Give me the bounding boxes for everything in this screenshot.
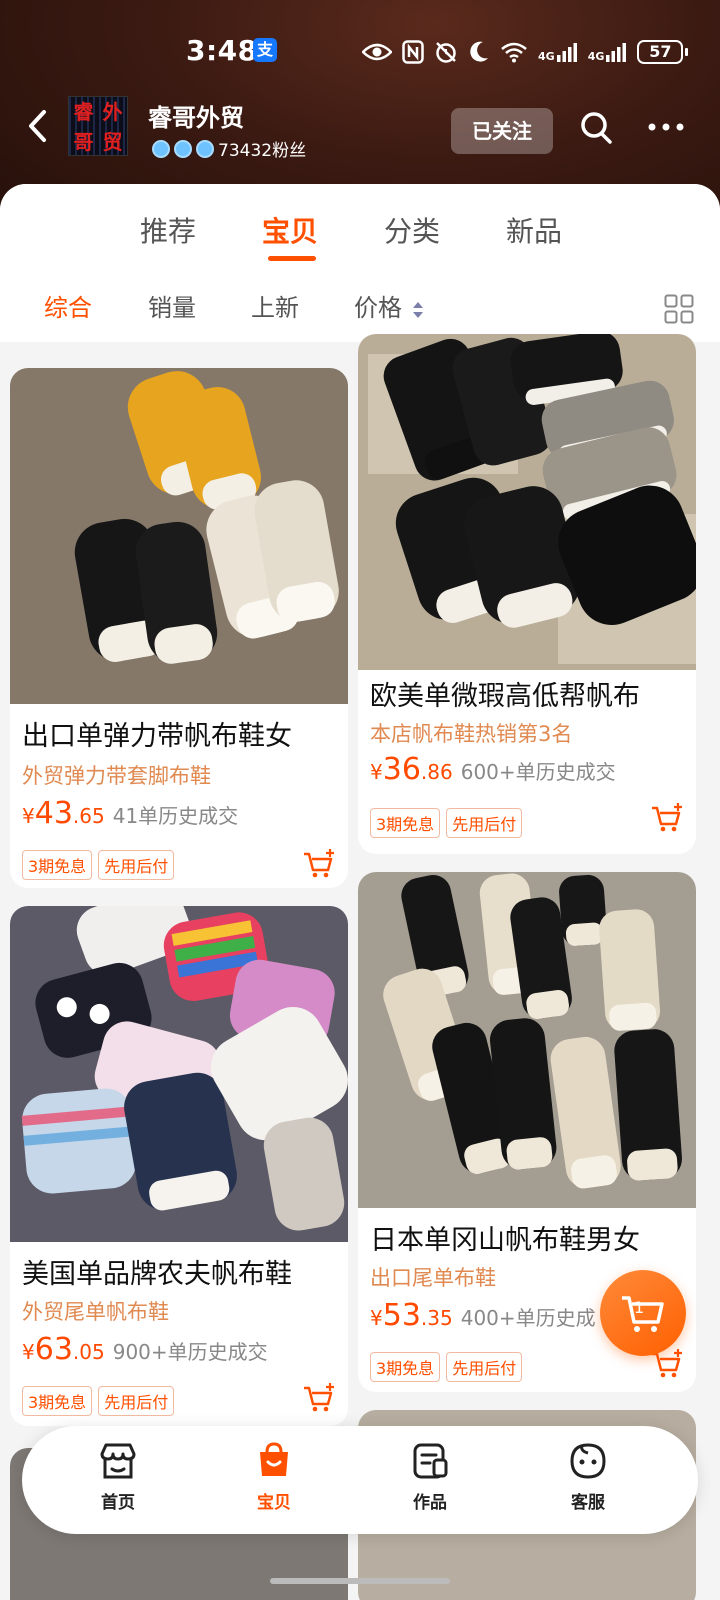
back-icon[interactable] xyxy=(22,106,54,146)
sort-overall[interactable]: 综合 xyxy=(44,288,92,323)
shop-meta: 73432粉丝 xyxy=(152,136,306,161)
crown-icon xyxy=(174,139,192,158)
pay-later-tag: 先用后付 xyxy=(98,1386,175,1416)
nav-works[interactable]: 作品 xyxy=(390,1442,470,1513)
pay-later-tag: 先用后付 xyxy=(98,850,175,880)
bottom-nav: 首页 宝贝 作品 客服 xyxy=(22,1426,698,1534)
pay-later-tag: 先用后付 xyxy=(446,808,523,838)
product-subtitle: 出口尾单布鞋 xyxy=(370,1266,496,1290)
sort-price[interactable]: 价格 xyxy=(354,288,402,323)
crown-icon xyxy=(152,139,170,158)
sort-sales[interactable]: 销量 xyxy=(148,288,196,323)
signal-2-icon: 4G xyxy=(588,41,628,63)
shop-icon xyxy=(100,1443,136,1479)
product-card[interactable]: 美国单品牌农夫帆布鞋 外贸尾单帆布鞋 ¥ 63 .05 900+单历史成交 3期… xyxy=(10,906,348,1426)
price-row: ¥ 53 .35 400+单历史成 xyxy=(370,1298,596,1333)
sold-count: 41单历史成交 xyxy=(112,804,239,828)
product-subtitle: 外贸弹力带套脚布鞋 xyxy=(22,764,211,788)
nav-service[interactable]: 客服 xyxy=(548,1442,628,1513)
price-value: 36 xyxy=(382,752,421,787)
tag-row: 3期免息 先用后付 xyxy=(22,1386,175,1416)
follower-count: 73432粉丝 xyxy=(218,141,307,161)
follow-button[interactable]: 已关注 xyxy=(451,108,553,154)
installment-tag: 3期免息 xyxy=(22,1386,93,1416)
product-image xyxy=(10,906,348,1242)
tag-row: 3期免息 先用后付 xyxy=(22,850,175,880)
price-row: ¥ 63 .05 900+单历史成交 xyxy=(22,1332,268,1367)
alipay-icon: 支 xyxy=(253,38,277,62)
add-to-cart-icon[interactable] xyxy=(302,1382,336,1414)
floating-cart-button[interactable]: 1 xyxy=(600,1270,686,1356)
pay-later-tag: 先用后付 xyxy=(446,1352,523,1382)
product-title: 欧美单微瑕高低帮帆布 xyxy=(370,681,640,712)
tab-recommend[interactable]: 推荐 xyxy=(140,210,196,250)
sold-count: 400+单历史成 xyxy=(460,1306,596,1330)
status-icons: 4G 4G 57 xyxy=(362,36,689,68)
sort-arrows-icon xyxy=(413,302,423,318)
shop-header: 睿 外 哥 贸 睿哥外贸 73432粉丝 已关注 xyxy=(0,92,720,166)
price-value: 63 xyxy=(34,1332,73,1367)
customer-service-icon xyxy=(570,1443,606,1479)
price-row: ¥ 36 .86 600+单历史成交 xyxy=(370,752,616,787)
tag-row: 3期免息 先用后付 xyxy=(370,1352,523,1382)
price-row: ¥ 43 .65 41单历史成交 xyxy=(22,796,239,831)
active-tab-indicator xyxy=(268,256,316,261)
add-to-cart-icon[interactable] xyxy=(650,802,684,834)
installment-tag: 3期免息 xyxy=(370,808,441,838)
sold-count: 600+单历史成交 xyxy=(460,760,616,784)
battery-icon: 57 xyxy=(637,40,689,64)
shopping-bag-icon xyxy=(260,1442,288,1476)
sort-new[interactable]: 上新 xyxy=(251,288,299,323)
signal-1-icon: 4G xyxy=(538,41,578,63)
product-title: 美国单品牌农夫帆布鞋 xyxy=(22,1259,292,1290)
status-bar: 3:48 支 4G 4G 57 xyxy=(0,30,720,78)
search-icon[interactable] xyxy=(578,108,614,148)
wifi-icon xyxy=(501,42,527,63)
product-image xyxy=(358,872,696,1208)
nav-home[interactable]: 首页 xyxy=(78,1442,158,1513)
cart-count: 1 xyxy=(634,1298,645,1317)
price-value: 43 xyxy=(34,796,73,831)
product-title: 出口单弹力带帆布鞋女 xyxy=(22,721,292,752)
product-image xyxy=(358,334,696,670)
nfc-icon xyxy=(402,40,424,64)
more-icon[interactable] xyxy=(646,112,686,142)
product-subtitle: 本店帆布鞋热销第3名 xyxy=(370,722,573,746)
content-panel: 推荐 宝贝 分类 新品 综合 销量 上新 价格 出口单弹力带帆布鞋女 外贸弹力带… xyxy=(0,184,720,1600)
eye-icon xyxy=(362,43,392,61)
shop-name[interactable]: 睿哥外贸 xyxy=(148,98,244,133)
tab-products[interactable]: 宝贝 xyxy=(262,210,318,250)
product-image xyxy=(10,368,348,704)
crown-icon xyxy=(196,139,214,158)
tab-new[interactable]: 新品 xyxy=(506,210,562,250)
add-to-cart-icon[interactable] xyxy=(302,848,336,880)
installment-tag: 3期免息 xyxy=(22,850,93,880)
shop-tabs: 推荐 宝贝 分类 新品 xyxy=(0,184,720,272)
status-time: 3:48 xyxy=(186,34,258,67)
sort-bar: 综合 销量 上新 价格 xyxy=(0,272,720,342)
works-icon xyxy=(413,1443,448,1479)
grid-layout-icon[interactable] xyxy=(664,294,694,324)
sold-count: 900+单历史成交 xyxy=(112,1340,268,1364)
alarm-off-icon xyxy=(436,42,456,63)
home-indicator xyxy=(270,1578,450,1584)
product-card[interactable]: 欧美单微瑕高低帮帆布 本店帆布鞋热销第3名 ¥ 36 .86 600+单历史成交… xyxy=(358,334,696,854)
product-subtitle: 外贸尾单帆布鞋 xyxy=(22,1300,169,1324)
tab-category[interactable]: 分类 xyxy=(384,210,440,250)
shop-avatar[interactable]: 睿 外 哥 贸 xyxy=(68,96,128,156)
moon-icon xyxy=(470,41,488,62)
product-title: 日本单冈山帆布鞋男女 xyxy=(370,1225,640,1256)
tag-row: 3期免息 先用后付 xyxy=(370,808,523,838)
installment-tag: 3期免息 xyxy=(370,1352,441,1382)
product-feed: 出口单弹力带帆布鞋女 外贸弹力带套脚布鞋 ¥ 43 .65 41单历史成交 3期… xyxy=(0,334,720,1600)
nav-products[interactable]: 宝贝 xyxy=(234,1442,314,1513)
product-card[interactable]: 出口单弹力带帆布鞋女 外贸弹力带套脚布鞋 ¥ 43 .65 41单历史成交 3期… xyxy=(10,368,348,888)
price-value: 53 xyxy=(382,1298,421,1333)
